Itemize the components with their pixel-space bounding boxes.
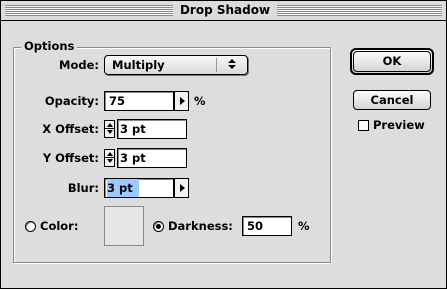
blur-label: Blur:: [67, 181, 99, 195]
title-bar-stripes-left: [5, 5, 173, 16]
opacity-slider-arrow-icon[interactable]: [174, 91, 189, 111]
drop-shadow-dialog: Drop Shadow Options Mode: Multiply Opaci…: [0, 0, 447, 289]
y-offset-label: Y Offset:: [42, 151, 99, 165]
darkness-field[interactable]: 50: [242, 216, 292, 236]
x-offset-field[interactable]: 3 pt: [117, 119, 187, 139]
options-group-title: Options: [21, 39, 78, 53]
title-bar[interactable]: Drop Shadow: [1, 1, 446, 21]
mode-label: Mode:: [59, 58, 99, 72]
mode-popup[interactable]: Multiply: [104, 55, 248, 75]
preview-label: Preview: [373, 118, 425, 132]
color-swatch[interactable]: [104, 206, 144, 246]
opacity-label: Opacity:: [44, 94, 99, 108]
mode-value: Multiply: [112, 58, 165, 72]
blur-field[interactable]: 3 pt: [104, 178, 174, 198]
blur-value: 3 pt: [107, 179, 139, 197]
preview-checkbox[interactable]: [358, 120, 369, 131]
popup-arrows-icon: [216, 58, 245, 72]
blur-slider-arrow-icon[interactable]: [174, 178, 189, 198]
title-bar-stripes-right: [277, 5, 442, 16]
y-offset-stepper-icon[interactable]: [104, 149, 115, 167]
darkness-label: Darkness:: [168, 219, 233, 233]
darkness-unit: %: [298, 219, 310, 233]
y-offset-field[interactable]: 3 pt: [117, 148, 187, 168]
x-offset-label: X Offset:: [42, 122, 99, 136]
opacity-field[interactable]: 75: [104, 91, 174, 111]
cancel-button[interactable]: Cancel: [353, 90, 431, 110]
darkness-radio[interactable]: [153, 221, 164, 232]
ok-button[interactable]: OK: [353, 51, 431, 72]
color-radio[interactable]: [25, 221, 36, 232]
x-offset-stepper-icon[interactable]: [104, 120, 115, 138]
window-title: Drop Shadow: [173, 2, 277, 19]
color-label: Color:: [40, 219, 79, 233]
opacity-unit: %: [194, 94, 206, 108]
